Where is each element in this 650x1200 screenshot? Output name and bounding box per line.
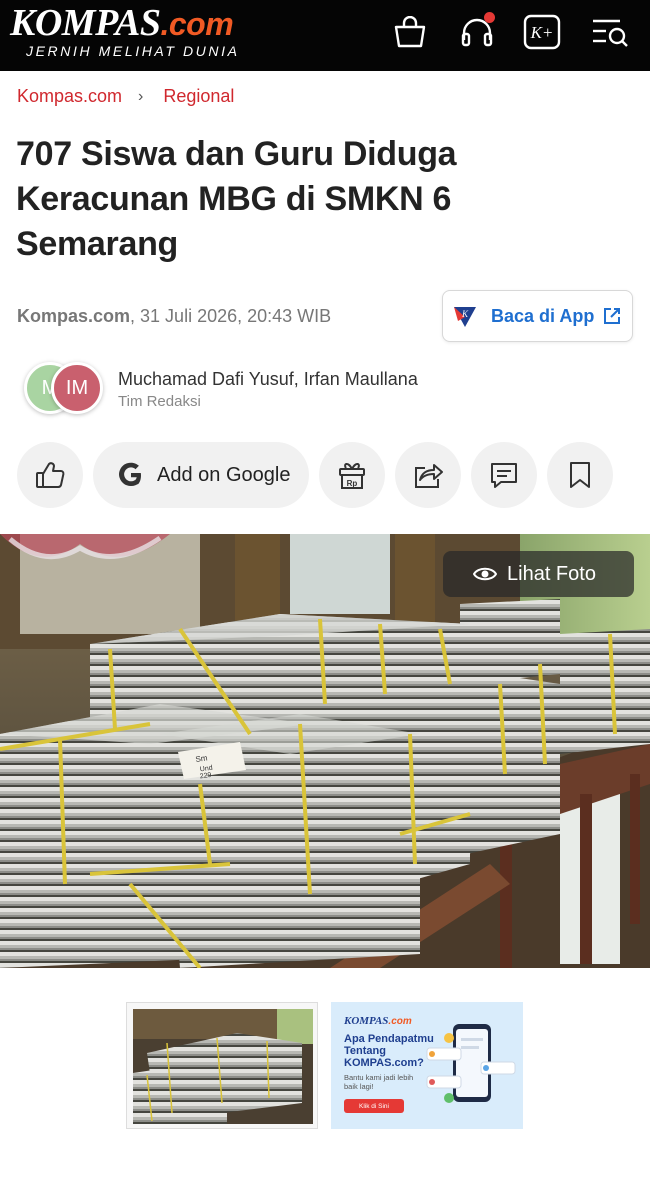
view-photo-button[interactable]: Lihat Foto: [443, 551, 634, 597]
add-on-google-button[interactable]: Add on Google: [93, 442, 309, 508]
author-team: Tim Redaksi: [118, 393, 201, 410]
ad-subtext: Bantu kami jadi lebih baik lagi!: [344, 1073, 414, 1091]
svg-text:K+: K+: [530, 23, 554, 42]
kompas-app-icon: K: [454, 307, 476, 327]
breadcrumb: Kompas.com › Regional: [17, 86, 234, 107]
menu-search-icon[interactable]: [590, 12, 630, 52]
author-names[interactable]: Muchamad Dafi Yusuf, Irfan Maullana: [118, 369, 418, 390]
bookmark-icon: [570, 462, 590, 488]
read-in-app-label: Baca di App: [491, 305, 595, 326]
top-header: KOMPAS.com JERNIH MELIHAT DUNIA K+: [0, 0, 650, 71]
logo-wordmark: KOMPAS.com: [10, 2, 234, 44]
notification-dot: [484, 12, 495, 23]
gift-button[interactable]: Rp: [319, 442, 385, 508]
survey-ad-banner[interactable]: KOMPAS.com Apa Pendapatmu Tentang KOMPAS…: [331, 1002, 523, 1129]
article-datetime: , 31 Juli 2026, 20:43 WIB: [130, 306, 332, 326]
article-title: 707 Siswa dan Guru Diduga Keracunan MBG …: [16, 135, 457, 263]
avatar[interactable]: IM: [51, 362, 103, 414]
logo-tagline: JERNIH MELIHAT DUNIA: [26, 43, 240, 59]
breadcrumb-item-home[interactable]: Kompas.com: [17, 86, 122, 107]
eye-icon: [473, 567, 497, 581]
google-icon: [119, 462, 141, 486]
svg-text:Sm: Sm: [195, 753, 208, 764]
read-in-app-button[interactable]: K Baca di App: [442, 290, 633, 342]
gift-icon: Rp: [339, 463, 365, 489]
comment-button[interactable]: [471, 442, 537, 508]
svg-text:Rp: Rp: [347, 479, 358, 488]
svg-text:K: K: [461, 309, 469, 319]
add-on-google-label: Add on Google: [157, 463, 291, 486]
view-photo-label: Lihat Foto: [507, 562, 596, 585]
phone-illustration: [426, 1024, 516, 1103]
like-button[interactable]: [17, 442, 83, 508]
share-icon: [415, 464, 443, 488]
thumbnail-steel-trays: [127, 1003, 317, 1128]
headphones-icon[interactable]: [457, 12, 497, 52]
article-source[interactable]: Kompas.com: [17, 306, 130, 326]
external-link-icon: [604, 308, 620, 324]
ad-click-button[interactable]: Klik di Sini: [344, 1099, 404, 1113]
breadcrumb-item-regional[interactable]: Regional: [163, 86, 234, 107]
bookmark-button[interactable]: [547, 442, 613, 508]
breadcrumb-separator: ›: [138, 87, 144, 105]
photo-steel-trays: Sm Und 229: [0, 534, 650, 968]
thumbs-up-icon: [36, 462, 65, 488]
ad-kompas-logo: KOMPAS.com: [344, 1015, 412, 1027]
share-button[interactable]: [395, 442, 461, 508]
shopping-bag-icon[interactable]: [390, 12, 430, 52]
photo-thumbnail[interactable]: [126, 1002, 318, 1129]
kompas-plus-icon[interactable]: K+: [522, 12, 562, 52]
article-photo[interactable]: Sm Und 229: [0, 534, 650, 968]
comment-icon: [491, 463, 517, 488]
article-meta: Kompas.com, 31 Juli 2026, 20:43 WIB: [17, 306, 331, 327]
kompas-logo[interactable]: KOMPAS.com JERNIH MELIHAT DUNIA: [10, 4, 240, 59]
